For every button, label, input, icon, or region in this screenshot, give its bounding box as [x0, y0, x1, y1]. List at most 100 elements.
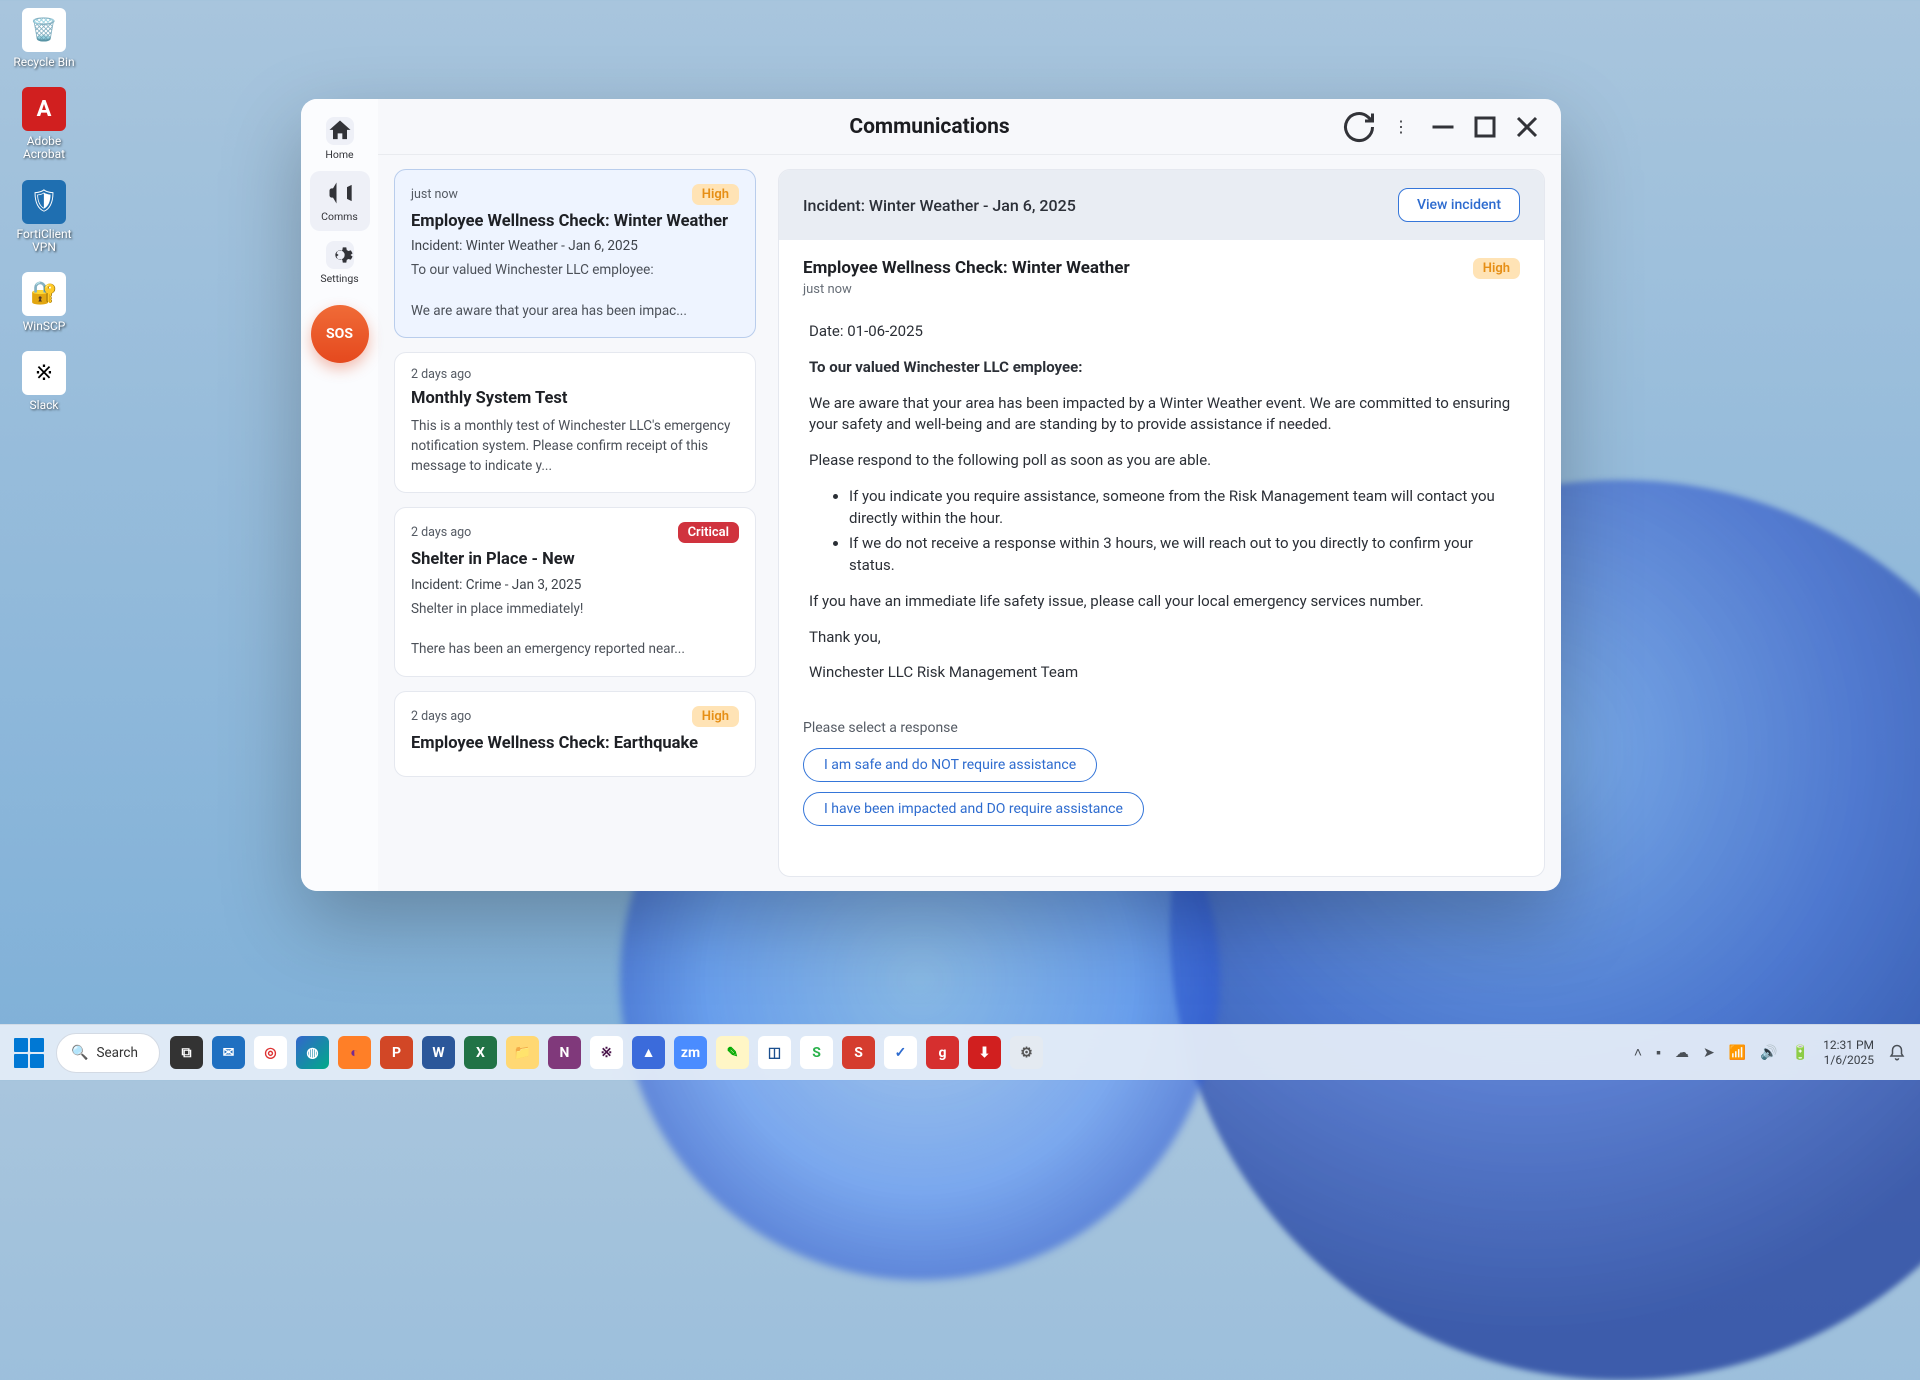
taskbar-pin-task-view[interactable]: ⧉ [170, 1036, 203, 1069]
taskbar-pin-snagit[interactable]: S [800, 1036, 833, 1069]
response-option-impacted[interactable]: I have been impacted and DO require assi… [803, 792, 1144, 826]
taskbar-pin-word[interactable]: W [422, 1036, 455, 1069]
desktop-icon-forticlient[interactable]: 🛡 FortiClient VPN [6, 180, 82, 254]
card-title: Employee Wellness Check: Earthquake [411, 733, 739, 754]
priority-badge: Critical [678, 522, 739, 543]
app-sidebar: Home Comms Settings SOS [301, 99, 378, 891]
sos-label: SOS [326, 326, 353, 342]
view-incident-button[interactable]: View incident [1398, 188, 1520, 222]
response-prompt: Please select a response [803, 720, 1520, 736]
more-button[interactable]: ⋮ [1383, 109, 1419, 145]
sidebar-item-comms[interactable]: Comms [310, 171, 370, 231]
desktop-icon-winscp[interactable]: 🔐 WinSCP [6, 272, 82, 333]
taskbar-pin-app-blue[interactable]: ▲ [632, 1036, 665, 1069]
notifications-button[interactable] [1888, 1044, 1906, 1062]
slack-icon: ※ [22, 351, 66, 395]
bullhorn-icon [326, 179, 354, 207]
taskbar-pin-comms-app[interactable]: ✓ [884, 1036, 917, 1069]
message-card[interactable]: 2 days ago High Employee Wellness Check: E… [394, 691, 756, 777]
communications-window: Home Comms Settings SOS Communications ⋮ [301, 99, 1561, 891]
taskbar-pin-grammarly[interactable]: g [926, 1036, 959, 1069]
card-subtitle: Incident: Crime - Jan 3, 2025 [411, 577, 739, 593]
taskbar-pin-excel[interactable]: X [464, 1036, 497, 1069]
tray-app-icon[interactable]: ▪ [1656, 1044, 1661, 1061]
content-area: just now High Employee Wellness Check: Win… [378, 155, 1561, 891]
sidebar-item-home[interactable]: Home [310, 109, 370, 169]
sidebar-item-label: Home [325, 148, 353, 161]
message-card[interactable]: just nowHighEmployee Wellness Check: Win… [394, 169, 756, 338]
battery-icon[interactable]: 🔋 [1792, 1045, 1809, 1061]
detail-header: Incident: Winter Weather - Jan 6, 2025 V… [779, 170, 1544, 240]
desktop-icon-adobe-acrobat[interactable]: A Adobe Acrobat [6, 87, 82, 161]
sidebar-item-settings[interactable]: Settings [310, 233, 370, 293]
desktop-icon-recycle-bin[interactable]: 🗑️ Recycle Bin [6, 8, 82, 69]
card-subtitle: Incident: Winter Weather - Jan 6, 2025 [411, 238, 739, 254]
taskbar-pin-firefox[interactable]: ◐ [338, 1036, 371, 1069]
taskbar-pin-pdf[interactable]: ⬇ [968, 1036, 1001, 1069]
body-paragraph: We are aware that your area has been imp… [809, 393, 1514, 437]
taskbar-tray: ˄ ▪ ☁ ➤ 📶 🔊 🔋 12:31 PM 1/6/2025 [1634, 1038, 1906, 1068]
page-title: Communications [518, 115, 1341, 139]
card-time: just now [411, 187, 458, 202]
refresh-button[interactable] [1341, 109, 1377, 145]
message-card[interactable]: 2 days agoMonthly System TestThis is a m… [394, 352, 756, 493]
desktop-icon-label: FortiClient VPN [6, 228, 82, 254]
clock-time: 12:31 PM [1823, 1038, 1874, 1053]
cloud-icon[interactable]: ☁ [1675, 1045, 1689, 1061]
detail-title: Employee Wellness Check: Winter Weather [803, 258, 1130, 278]
search-icon: 🔍 [71, 1045, 88, 1061]
message-list[interactable]: just nowHighEmployee Wellness Check: Win… [394, 169, 756, 877]
desktop-icon-label: WinSCP [6, 320, 82, 333]
sos-button[interactable]: SOS [311, 305, 369, 363]
send-icon[interactable]: ➤ [1703, 1045, 1715, 1061]
taskbar-left: 🔍 Search [14, 1033, 160, 1073]
card-title: Shelter in Place - New [411, 549, 739, 570]
desktop-icon-label: Adobe Acrobat [6, 135, 82, 161]
gear-icon [326, 241, 354, 269]
response-option-label: I have been impacted and DO require assi… [824, 801, 1123, 817]
start-button[interactable] [14, 1038, 44, 1068]
body-paragraph: Please respond to the following poll as … [809, 450, 1514, 472]
taskbar-pin-outlook[interactable]: ✉ [212, 1036, 245, 1069]
priority-badge: High [1473, 258, 1520, 279]
minimize-button[interactable] [1425, 109, 1461, 145]
taskbar-pin-notes[interactable]: ✎ [716, 1036, 749, 1069]
taskbar-pin-edge[interactable]: ◍ [296, 1036, 329, 1069]
card-time: 2 days ago [411, 525, 471, 540]
priority-badge: High [692, 706, 739, 727]
winscp-icon: 🔐 [22, 272, 66, 316]
taskbar-pin-explorer[interactable]: 📁 [506, 1036, 539, 1069]
maximize-button[interactable] [1467, 109, 1503, 145]
body-list-item: If you indicate you require assistance, … [849, 486, 1514, 530]
body-salutation: To our valued Winchester LLC employee: [809, 358, 1082, 376]
detail-body: Date: 01-06-2025 To our valued Wincheste… [779, 303, 1544, 710]
search-placeholder: Search [96, 1045, 137, 1061]
adobe-acrobat-icon: A [22, 87, 66, 131]
taskbar-pin-smartsheet[interactable]: S [842, 1036, 875, 1069]
taskbar-pin-zoom[interactable]: zm [674, 1036, 707, 1069]
desktop-icon-slack[interactable]: ※ Slack [6, 351, 82, 412]
wifi-icon[interactable]: 📶 [1729, 1045, 1746, 1061]
taskbar-pin-chrome[interactable]: ◎ [254, 1036, 287, 1069]
taskbar-pin-slack[interactable]: ※ [590, 1036, 623, 1069]
close-button[interactable] [1509, 109, 1545, 145]
message-card[interactable]: 2 days ago Critical Shelter in Place - New… [394, 507, 756, 676]
taskbar-pin-onenote[interactable]: N [548, 1036, 581, 1069]
desktop-icons-column: 🗑️ Recycle Bin A Adobe Acrobat 🛡 FortiCl… [6, 8, 82, 430]
search-input[interactable]: 🔍 Search [56, 1033, 160, 1073]
card-time: 2 days ago [411, 367, 471, 382]
desktop-icon-label: Slack [6, 399, 82, 412]
card-body: Shelter in place immediately! There has … [411, 599, 739, 660]
card-time: 2 days ago [411, 709, 471, 724]
clock-date: 1/6/2025 [1823, 1053, 1874, 1068]
recycle-bin-icon: 🗑️ [22, 8, 66, 52]
taskbar-pin-app-duo[interactable]: ◫ [758, 1036, 791, 1069]
taskbar-clock[interactable]: 12:31 PM 1/6/2025 [1823, 1038, 1874, 1068]
volume-icon[interactable]: 🔊 [1760, 1045, 1777, 1061]
chevron-up-icon[interactable]: ˄ [1634, 1044, 1642, 1061]
taskbar-pin-settings-gear[interactable]: ⚙ [1010, 1036, 1043, 1069]
body-signoff: Thank you, [809, 627, 1514, 649]
app-main-area: Communications ⋮ just now High Employee We… [378, 99, 1561, 891]
response-option-safe[interactable]: I am safe and do NOT require assistance [803, 748, 1097, 782]
taskbar-pin-powerpoint[interactable]: P [380, 1036, 413, 1069]
